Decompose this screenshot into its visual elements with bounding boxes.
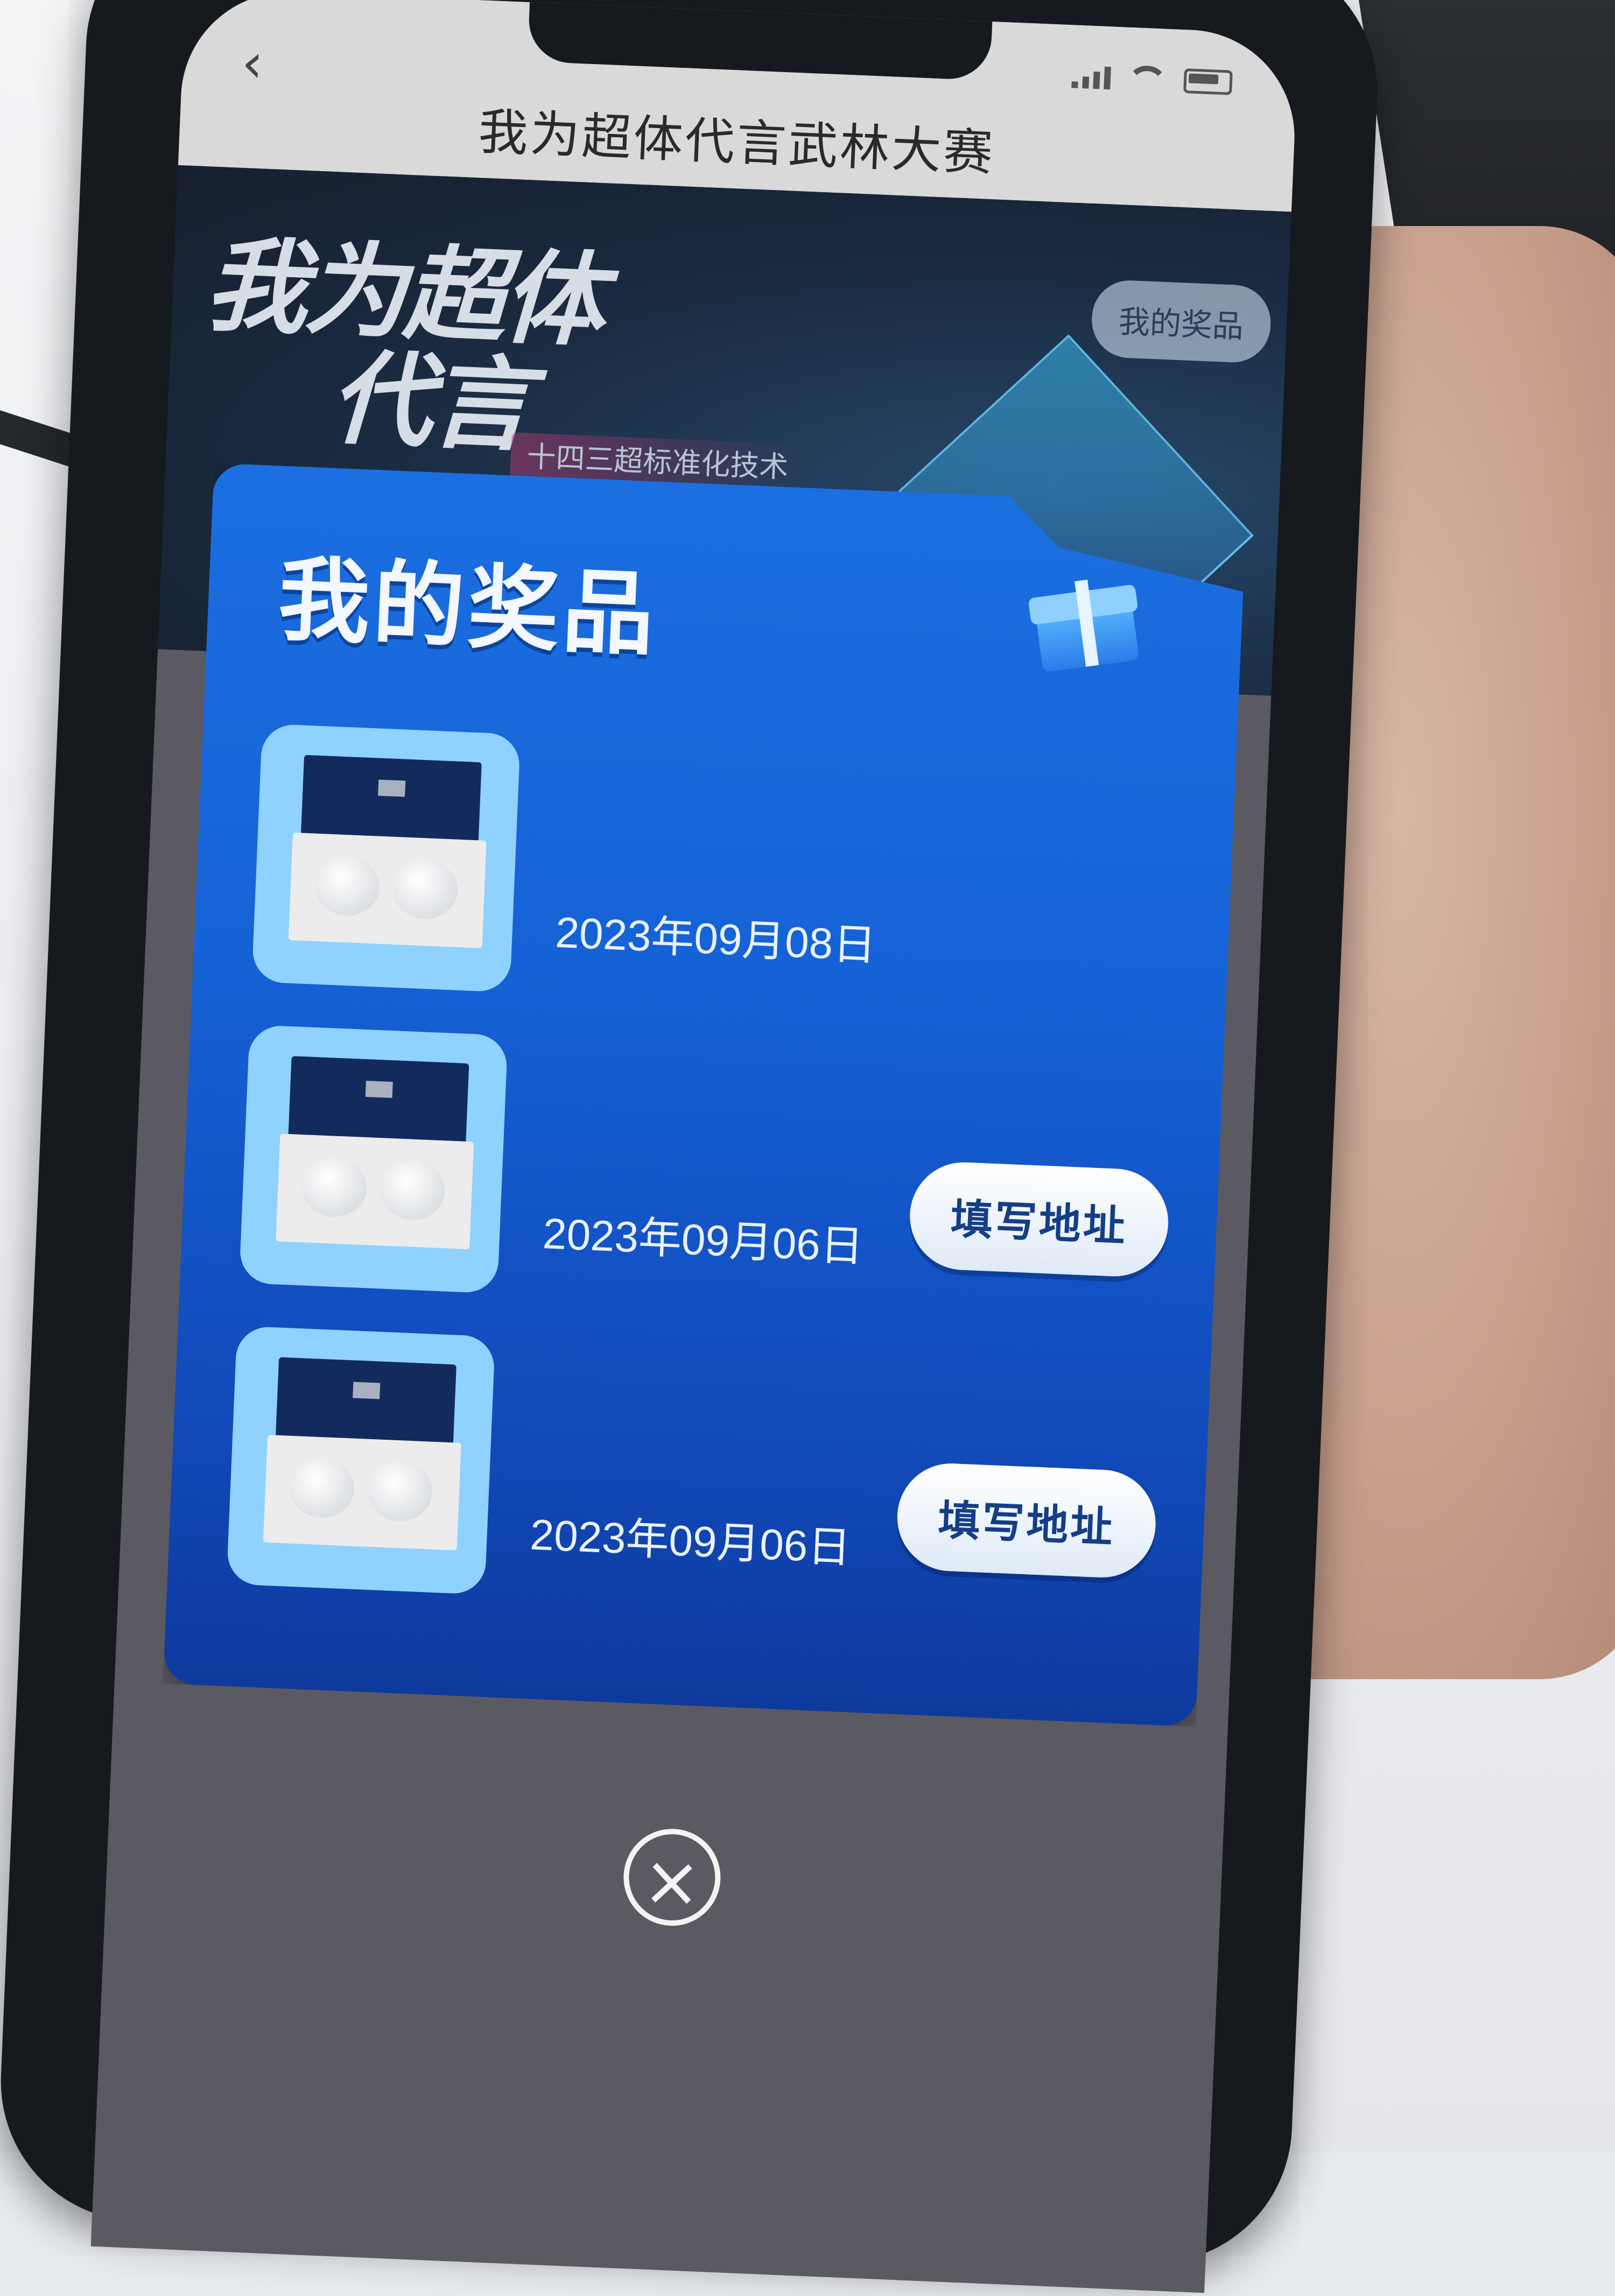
prize-row: 2023年09月06日 填写地址 bbox=[237, 1025, 1197, 1365]
my-prizes-button[interactable]: 我的奖品 bbox=[1090, 279, 1273, 364]
prize-date: 2023年09月06日 bbox=[529, 1510, 852, 1572]
gift-icon bbox=[1032, 574, 1140, 672]
signal-icon bbox=[1071, 64, 1111, 90]
wifi-icon bbox=[1126, 65, 1169, 94]
prize-row: 2023年09月08日 bbox=[250, 723, 1209, 1064]
modal-title: 我的奖品 bbox=[276, 546, 659, 669]
status-bar bbox=[1071, 62, 1233, 96]
prize-image bbox=[239, 1025, 508, 1294]
fill-address-button[interactable]: 填写地址 bbox=[895, 1461, 1158, 1580]
phone-screen: ‹ 我为超体代言武林大赛 我为超体 代言 十四三超标准化技术 武林大赛 我的奖品… bbox=[90, 0, 1299, 2293]
fill-address-button[interactable]: 填写地址 bbox=[908, 1160, 1170, 1279]
battery-icon bbox=[1183, 68, 1233, 95]
prize-image bbox=[251, 723, 521, 992]
phone: ‹ 我为超体代言武林大赛 我为超体 代言 十四三超标准化技术 武林大赛 我的奖品… bbox=[0, 0, 1383, 2293]
prize-row: 2023年09月06日 填写地址 bbox=[224, 1326, 1184, 1666]
banner-title: 我为超体 代言 bbox=[202, 224, 604, 466]
prize-date: 2023年09月06日 bbox=[542, 1209, 865, 1271]
prize-image bbox=[226, 1326, 495, 1595]
prizes-modal: 我的奖品 2023年09月08日 2023年09月06日 填写地址 2023年0… bbox=[163, 463, 1247, 1727]
prize-list: 2023年09月08日 2023年09月06日 填写地址 2023年09月06日… bbox=[224, 723, 1209, 1666]
prize-date: 2023年09月08日 bbox=[554, 908, 877, 970]
